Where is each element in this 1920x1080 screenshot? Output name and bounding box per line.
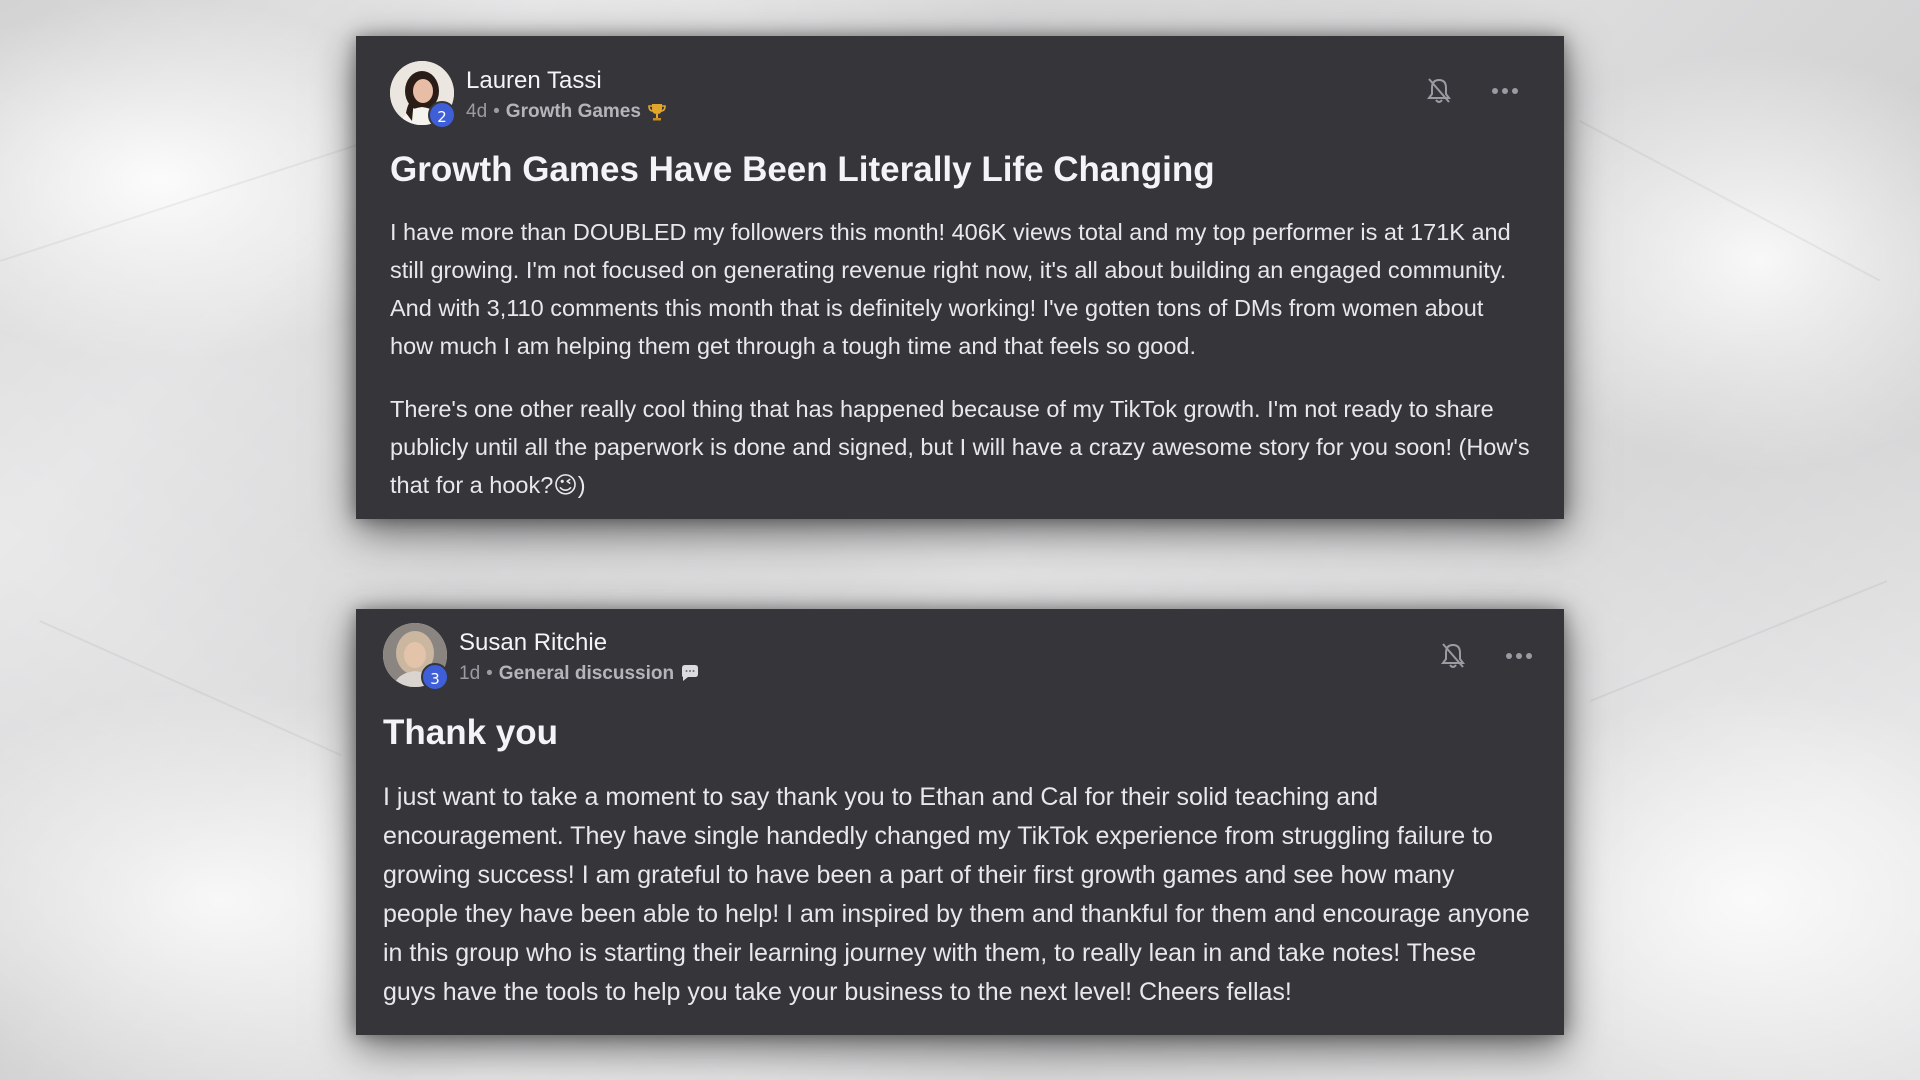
- post-meta: 4d • Growth Games: [466, 101, 667, 123]
- background-fold: [1579, 120, 1881, 282]
- more-horizontal-icon[interactable]: [1504, 641, 1534, 671]
- post-time: 4d: [466, 101, 488, 122]
- meta-separator: •: [493, 101, 500, 122]
- post-body: I just want to take a moment to say than…: [383, 778, 1534, 1037]
- post-category[interactable]: General discussion: [499, 663, 674, 685]
- background-fold: [39, 620, 342, 757]
- post-paragraph: I just want to take a moment to say than…: [383, 783, 1530, 1006]
- more-horizontal-icon[interactable]: [1490, 76, 1520, 106]
- post-body: I have more than DOUBLED my followers th…: [390, 213, 1530, 529]
- post-paragraph: I have more than DOUBLED my followers th…: [390, 219, 1511, 359]
- trophy-icon: [647, 102, 667, 122]
- level-badge: 2: [428, 101, 456, 129]
- post-meta: 1d • General discussion: [459, 663, 700, 685]
- post-title[interactable]: Thank you: [383, 713, 558, 753]
- bell-off-icon[interactable]: [1424, 76, 1454, 106]
- author-name[interactable]: Susan Ritchie: [459, 629, 607, 657]
- meta-separator: •: [486, 663, 493, 684]
- post-category[interactable]: Growth Games: [506, 101, 641, 123]
- author-name[interactable]: Lauren Tassi: [466, 67, 602, 95]
- background-fold: [1590, 580, 1888, 702]
- post-paragraph: There's one other really cool thing that…: [390, 396, 1530, 498]
- speech-bubble-icon: [680, 664, 700, 684]
- post-actions: [1438, 641, 1534, 671]
- post-time: 1d: [459, 663, 481, 684]
- post-title[interactable]: Growth Games Have Been Literally Life Ch…: [390, 150, 1215, 190]
- post-actions: [1424, 76, 1520, 106]
- level-badge: 3: [421, 663, 449, 691]
- bell-off-icon[interactable]: [1438, 641, 1468, 671]
- background-fold: [0, 130, 401, 262]
- post-card: 3 Susan Ritchie 1d • General discussion: [356, 609, 1564, 1035]
- post-card: 2 Lauren Tassi 4d • Growth Games Growth …: [356, 36, 1564, 519]
